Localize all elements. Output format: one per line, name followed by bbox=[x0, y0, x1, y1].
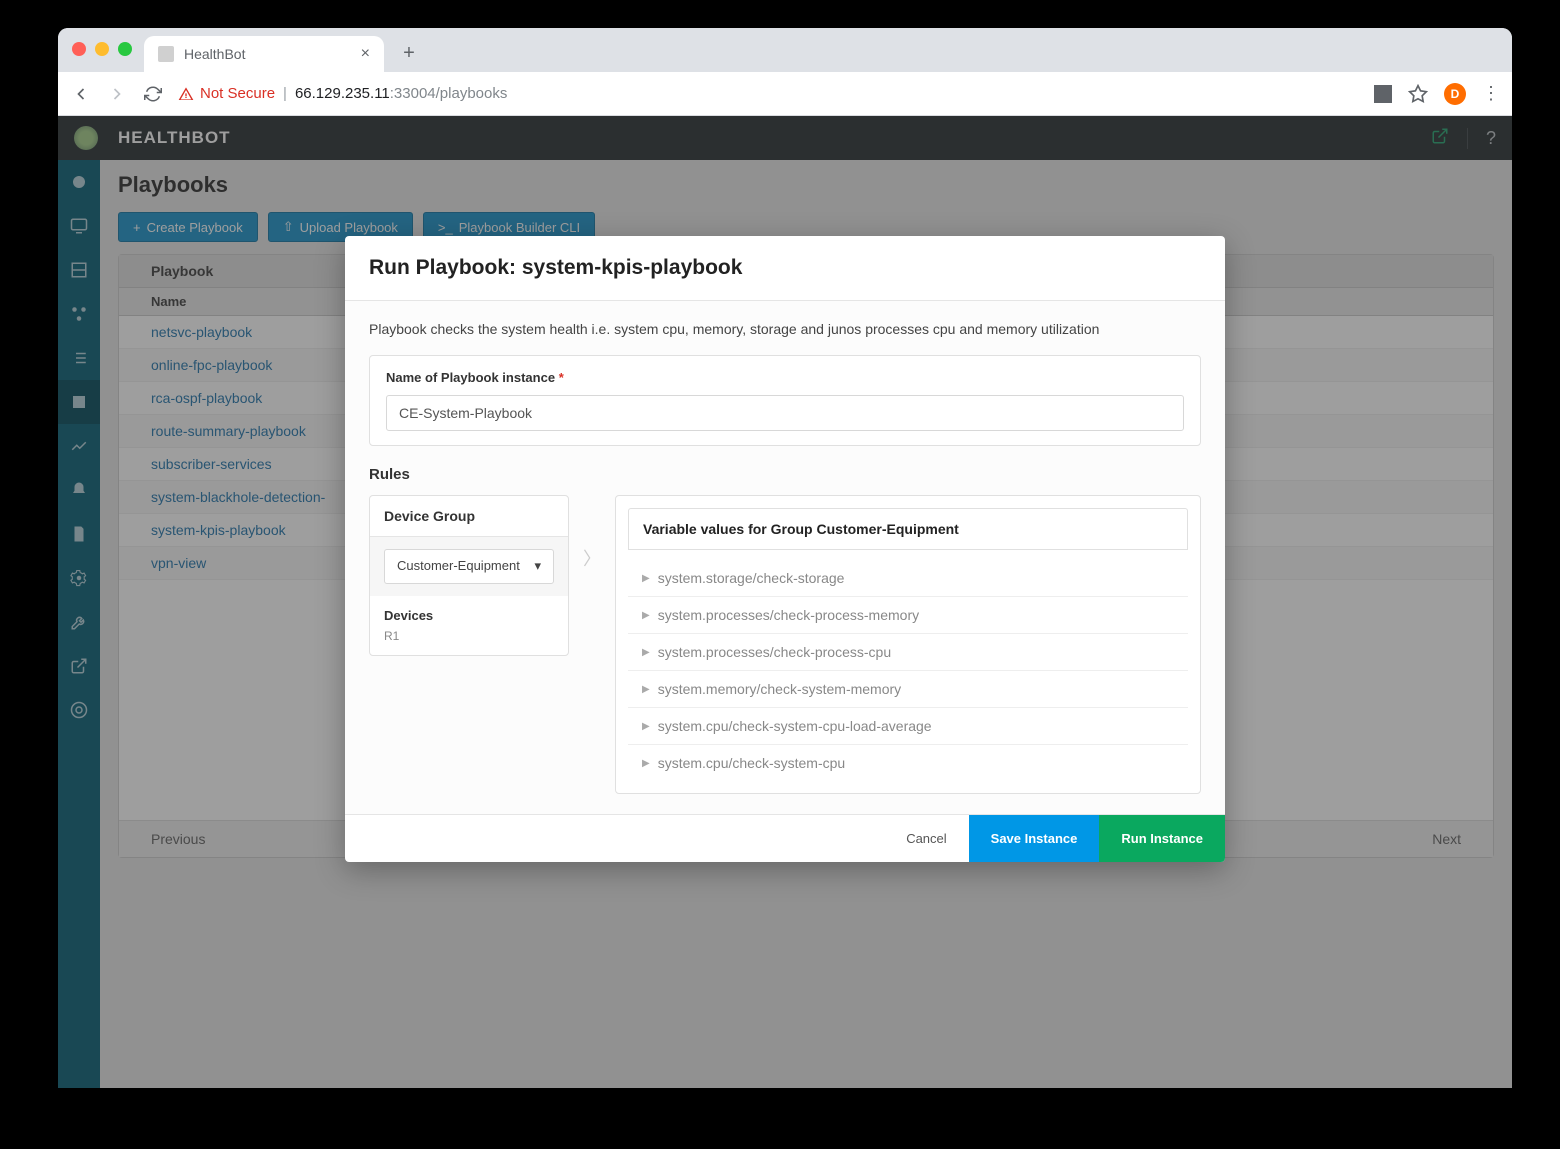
modal-title: Run Playbook: system-kpis-playbook bbox=[369, 256, 1201, 280]
modal-description: Playbook checks the system health i.e. s… bbox=[369, 321, 1201, 337]
variable-item[interactable]: ▶system.processes/check-process-memory bbox=[628, 597, 1188, 634]
variables-header: Variable values for Group Customer-Equip… bbox=[628, 508, 1188, 550]
expand-arrow-icon: ▶ bbox=[642, 721, 650, 732]
modal-body: Playbook checks the system health i.e. s… bbox=[345, 301, 1225, 814]
variable-item[interactable]: ▶system.cpu/check-system-cpu bbox=[628, 745, 1188, 781]
app-container: HEALTHBOT ? bbox=[58, 116, 1512, 1088]
variable-item[interactable]: ▶system.storage/check-storage bbox=[628, 560, 1188, 597]
variables-panel: Variable values for Group Customer-Equip… bbox=[615, 495, 1201, 794]
modal-overlay[interactable]: Run Playbook: system-kpis-playbook Playb… bbox=[58, 116, 1512, 1088]
variables-list: ▶system.storage/check-storage ▶system.pr… bbox=[628, 560, 1188, 781]
back-button[interactable] bbox=[70, 83, 92, 105]
bookmark-icon[interactable] bbox=[1408, 84, 1428, 104]
expand-arrow-icon: ▶ bbox=[642, 758, 650, 769]
connector-icon: 〉 bbox=[585, 495, 599, 571]
instance-name-input[interactable] bbox=[386, 395, 1184, 431]
browser-tab[interactable]: HealthBot × bbox=[144, 36, 384, 72]
variable-item[interactable]: ▶system.cpu/check-system-cpu-load-averag… bbox=[628, 708, 1188, 745]
variable-item[interactable]: ▶system.memory/check-system-memory bbox=[628, 671, 1188, 708]
close-window-icon[interactable] bbox=[72, 42, 86, 56]
security-warning-icon: Not Secure bbox=[178, 85, 275, 102]
url-bar: Not Secure | 66.129.235.11:33004/playboo… bbox=[58, 72, 1512, 116]
expand-arrow-icon: ▶ bbox=[642, 610, 650, 621]
modal-header: Run Playbook: system-kpis-playbook bbox=[345, 236, 1225, 301]
tab-bar: HealthBot × + bbox=[58, 28, 1512, 72]
expand-arrow-icon: ▶ bbox=[642, 573, 650, 584]
window-controls bbox=[72, 42, 132, 56]
user-avatar[interactable]: D bbox=[1444, 83, 1466, 105]
browser-menu-icon[interactable]: ⋮ bbox=[1482, 83, 1500, 104]
url-divider: | bbox=[283, 85, 287, 102]
run-instance-button[interactable]: Run Instance bbox=[1099, 815, 1225, 862]
device-item: R1 bbox=[384, 629, 554, 643]
instance-name-group: Name of Playbook instance * bbox=[369, 355, 1201, 446]
run-playbook-modal: Run Playbook: system-kpis-playbook Playb… bbox=[345, 236, 1225, 862]
rules-section-label: Rules bbox=[369, 466, 1201, 483]
expand-arrow-icon: ▶ bbox=[642, 684, 650, 695]
reload-button[interactable] bbox=[142, 83, 164, 105]
device-group-select[interactable]: Customer-Equipment ▾ bbox=[384, 549, 554, 584]
tab-close-icon[interactable]: × bbox=[361, 45, 370, 63]
extension-icon[interactable] bbox=[1374, 85, 1392, 103]
chevron-down-icon: ▾ bbox=[534, 558, 541, 575]
address-bar[interactable]: Not Secure | 66.129.235.11:33004/playboo… bbox=[178, 85, 1360, 102]
devices-label: Devices bbox=[384, 608, 554, 623]
new-tab-button[interactable]: + bbox=[394, 38, 424, 68]
browser-window: HealthBot × + Not Secure | 66.129.235.11… bbox=[58, 28, 1512, 1088]
favicon-icon bbox=[158, 46, 174, 62]
device-group-panel: Device Group Customer-Equipment ▾ Device… bbox=[369, 495, 569, 656]
forward-button[interactable] bbox=[106, 83, 128, 105]
instance-name-label: Name of Playbook instance * bbox=[386, 370, 1184, 385]
tab-title: HealthBot bbox=[184, 46, 245, 62]
device-group-label: Device Group bbox=[370, 496, 568, 537]
modal-footer: Cancel Save Instance Run Instance bbox=[345, 814, 1225, 862]
devices-section: Devices R1 bbox=[370, 596, 568, 655]
url-text: 66.129.235.11:33004/playbooks bbox=[295, 85, 507, 102]
maximize-window-icon[interactable] bbox=[118, 42, 132, 56]
cancel-button[interactable]: Cancel bbox=[884, 815, 968, 862]
toolbar-actions: D ⋮ bbox=[1374, 83, 1500, 105]
variable-item[interactable]: ▶system.processes/check-process-cpu bbox=[628, 634, 1188, 671]
expand-arrow-icon: ▶ bbox=[642, 647, 650, 658]
rules-row: Device Group Customer-Equipment ▾ Device… bbox=[369, 495, 1201, 794]
not-secure-label: Not Secure bbox=[200, 85, 275, 102]
minimize-window-icon[interactable] bbox=[95, 42, 109, 56]
save-instance-button[interactable]: Save Instance bbox=[969, 815, 1100, 862]
